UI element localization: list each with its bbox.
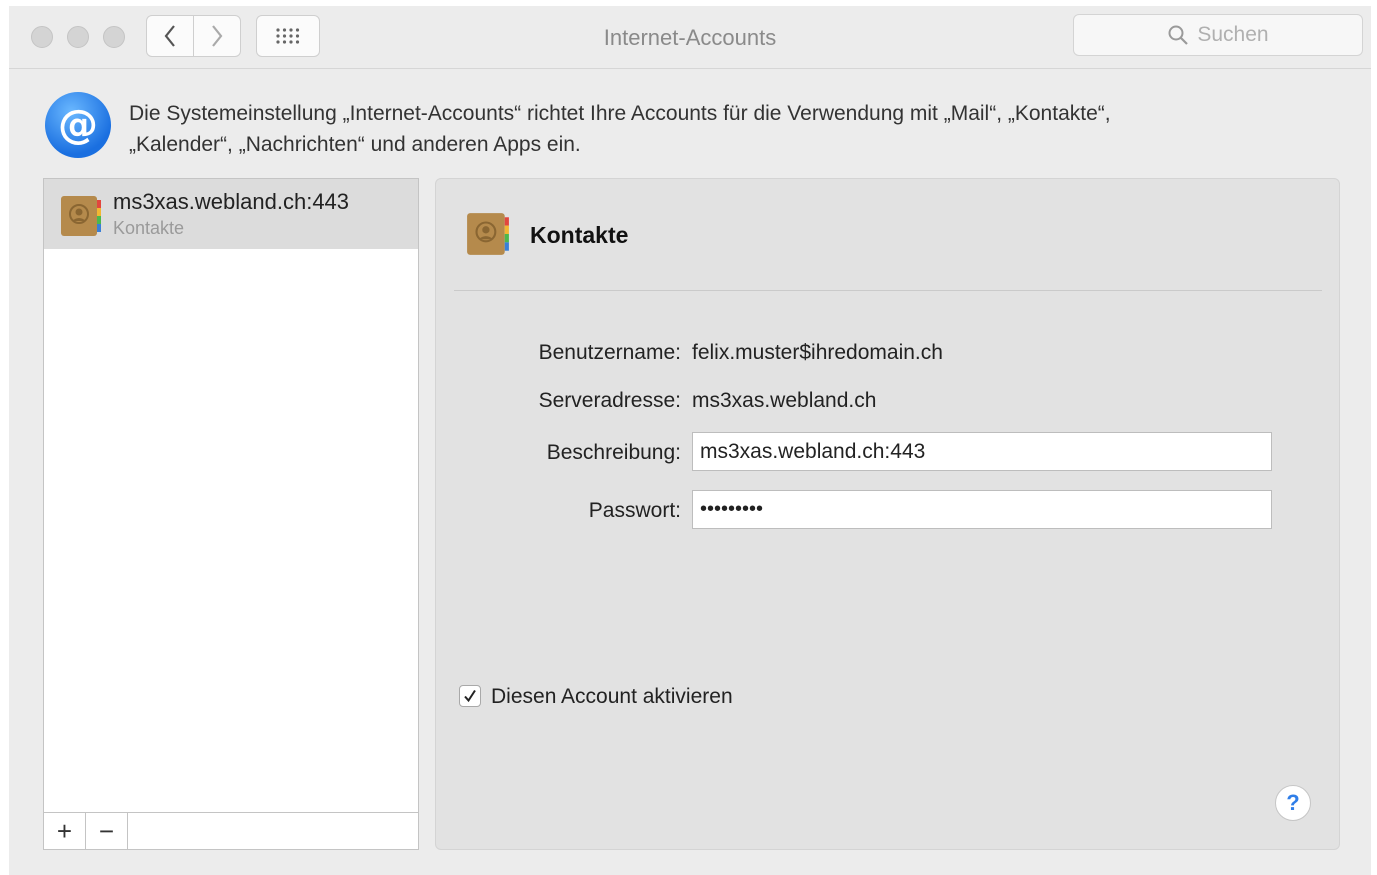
info-description: Die Systemeinstellung „Internet-Accounts…: [129, 98, 1349, 160]
help-button[interactable]: ?: [1275, 785, 1311, 821]
add-account-button[interactable]: +: [44, 813, 86, 849]
password-field[interactable]: [692, 490, 1272, 529]
username-label: Benutzername:: [538, 341, 681, 364]
sidebar-footer: + −: [44, 812, 418, 849]
title-bar: Internet-Accounts Suchen: [9, 6, 1371, 69]
info-line-1: Die Systemeinstellung „Internet-Accounts…: [129, 102, 1111, 125]
account-detail-panel: Kontakte Benutzername: felix.muster$ihre…: [435, 178, 1340, 850]
enable-account-label[interactable]: Diesen Account aktivieren: [491, 685, 733, 709]
contacts-app-icon: [467, 213, 509, 255]
server-value: ms3xas.webland.ch: [692, 389, 877, 412]
password-label: Passwort:: [588, 499, 681, 522]
description-label: Beschreibung:: [546, 441, 681, 464]
divider: [454, 290, 1322, 291]
account-list-item[interactable]: ms3xas.webland.ch:443 Kontakte: [44, 179, 418, 249]
checkmark-icon: [464, 689, 476, 703]
internet-accounts-icon: @: [45, 92, 111, 158]
username-value: felix.muster$ihredomain.ch: [692, 341, 943, 364]
info-header: @ Die Systemeinstellung „Internet-Accoun…: [45, 90, 1355, 160]
remove-account-button[interactable]: −: [86, 813, 128, 849]
accounts-sidebar: ms3xas.webland.ch:443 Kontakte + −: [43, 178, 419, 850]
account-name: ms3xas.webland.ch:443: [113, 189, 350, 214]
contacts-app-icon: [61, 196, 101, 236]
panel-title: Kontakte: [530, 222, 629, 248]
server-label: Serveradresse:: [538, 389, 681, 412]
search-placeholder: Suchen: [1197, 23, 1269, 46]
search-field[interactable]: Suchen: [1073, 14, 1363, 56]
search-icon: [1168, 25, 1189, 45]
info-line-2: „Kalender“, „Nachrichten“ und anderen Ap…: [129, 133, 581, 156]
enable-account-checkbox[interactable]: [459, 685, 481, 707]
account-subtitle: Kontakte: [113, 218, 185, 238]
preferences-window: Internet-Accounts Suchen @ Die Systemein…: [9, 6, 1371, 875]
description-field[interactable]: [692, 432, 1272, 471]
